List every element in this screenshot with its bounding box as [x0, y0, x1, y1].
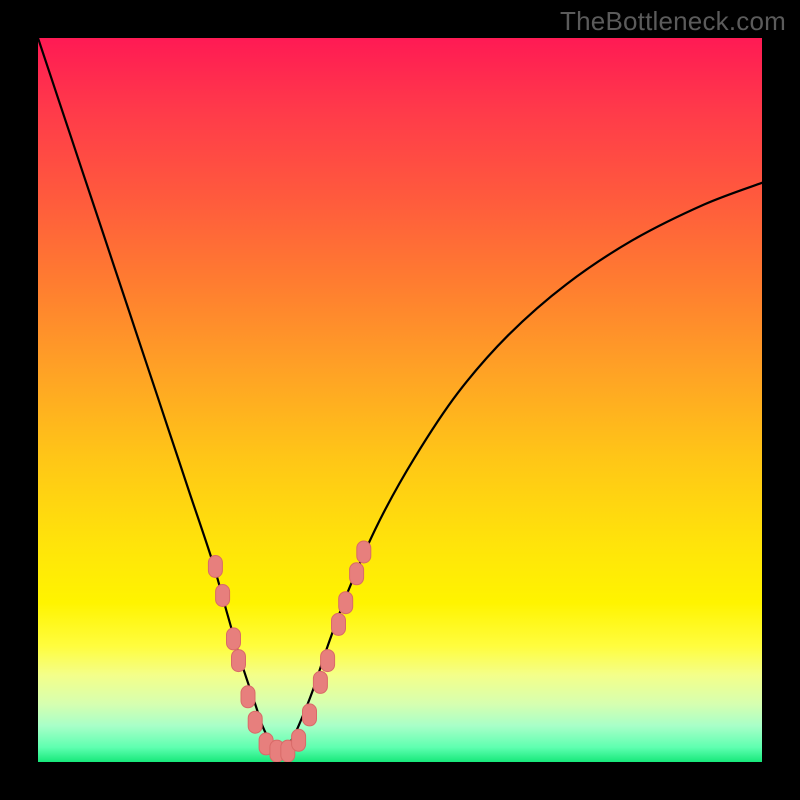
marker	[357, 541, 371, 563]
marker	[241, 686, 255, 708]
curve-markers	[208, 541, 370, 762]
chart-frame: TheBottleneck.com	[0, 0, 800, 800]
marker	[232, 650, 246, 672]
marker	[321, 650, 335, 672]
marker	[227, 628, 241, 650]
plot-area	[38, 38, 762, 762]
marker	[339, 592, 353, 614]
marker	[248, 711, 262, 733]
marker	[208, 556, 222, 578]
marker	[303, 704, 317, 726]
curve-svg	[38, 38, 762, 762]
v-curve	[38, 38, 762, 748]
marker	[350, 563, 364, 585]
marker	[216, 585, 230, 607]
marker	[292, 729, 306, 751]
watermark-text: TheBottleneck.com	[560, 6, 786, 37]
marker	[313, 671, 327, 693]
marker	[332, 613, 346, 635]
